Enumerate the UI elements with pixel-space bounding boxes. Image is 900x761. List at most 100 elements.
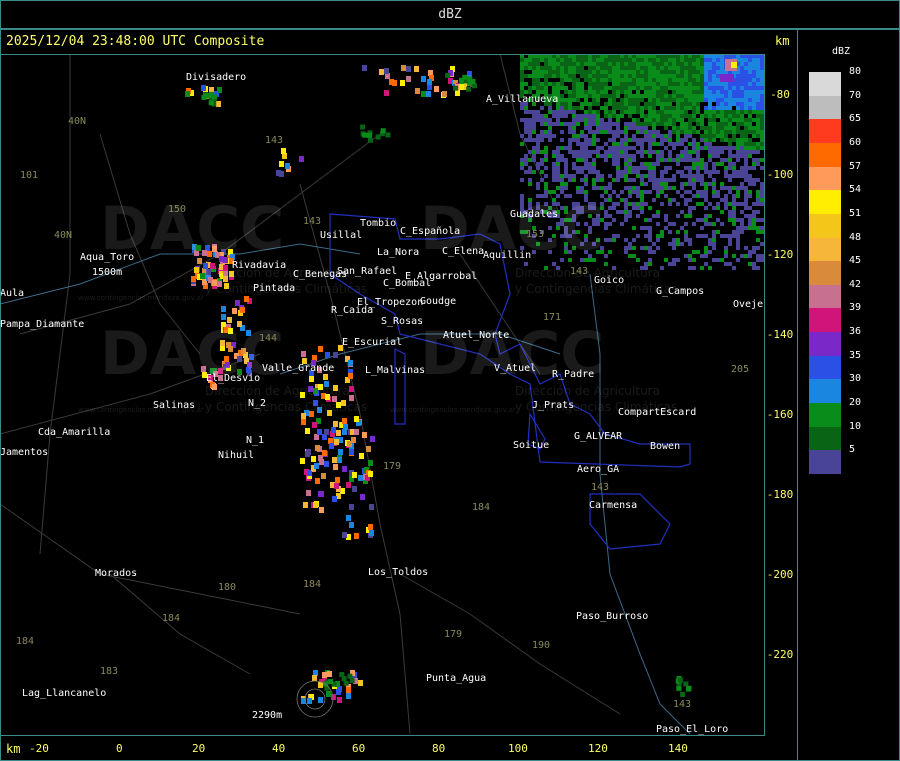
radar-echo-pixel [660,178,664,182]
radar-echo-pixel [333,421,338,427]
radar-echo-pixel [740,58,744,62]
radar-echo-pixel [700,178,704,182]
radar-echo-pixel [696,74,700,78]
radar-echo-pixel [752,90,756,94]
radar-echo-pixel [708,238,712,242]
route-number: 153 [526,229,545,240]
radar-echo-pixel [608,126,612,130]
radar-echo-pixel [744,226,748,230]
radar-echo-pixel [700,98,704,102]
radar-echo-pixel [744,74,748,78]
radar-echo-pixel [760,130,764,134]
radar-echo-pixel [337,457,342,463]
legend-swatch [809,403,841,428]
radar-echo-pixel [744,66,748,70]
radar-echo-pixel [568,138,572,142]
radar-echo-pixel [736,102,740,106]
radar-echo-pixel [459,84,464,90]
place-label: C_Española [400,226,461,237]
radar-echo-pixel [564,122,568,126]
radar-echo-pixel [688,254,692,258]
radar-echo-pixel [636,138,640,142]
radar-echo-pixel [708,66,712,70]
radar-echo-pixel [660,186,664,190]
radar-echo-pixel [544,70,548,74]
radar-echo-pixel [580,82,584,86]
radar-echo-pixel [648,86,652,90]
radar-map[interactable]: DACC DACC DACC DACC Dirección de Agricul… [0,54,765,736]
radar-echo-pixel [724,206,728,210]
legend-label: 45 [849,255,862,267]
radar-echo-pixel [560,66,564,70]
radar-echo-pixel [596,102,600,106]
radar-echo-pixel [676,102,680,106]
radar-echo-pixel [656,150,660,154]
radar-echo-pixel [576,90,580,94]
route-number: 180 [218,582,237,593]
radar-echo-pixel [712,122,716,126]
radar-echo-pixel [608,110,612,114]
radar-echo-pixel [760,114,764,118]
radar-echo-pixel [616,130,620,134]
radar-echo-pixel [644,166,648,170]
radar-echo-pixel [608,122,612,126]
legend-label: 51 [849,207,862,219]
radar-echo-pixel [351,437,356,443]
radar-echo-pixel [632,74,636,78]
radar-echo-pixel [624,78,628,82]
radar-echo-pixel [672,114,676,118]
radar-echo-pixel [680,58,684,62]
radar-echo-pixel [744,194,748,198]
radar-echo-pixel [676,258,680,262]
radar-echo-pixel [764,238,765,242]
radar-echo-pixel [668,202,672,206]
route-number: 40N [54,230,73,241]
radar-echo-pixel [636,202,640,206]
radar-echo-pixel [680,170,684,174]
radar-echo-pixel [696,250,700,254]
radar-echo-pixel [764,146,765,150]
radar-echo-pixel [568,66,572,70]
radar-echo-pixel [748,82,752,86]
radar-echo-pixel [720,162,724,166]
radar-echo-pixel [728,126,732,130]
radar-echo-pixel [616,54,620,58]
radar-echo-pixel [205,93,211,99]
radar-echo-pixel [688,114,692,118]
radar-echo-pixel [664,54,668,58]
radar-echo-pixel [760,186,764,190]
radar-echo-pixel [636,86,640,90]
radar-echo-pixel [676,130,680,134]
timestamp-label: 2025/12/04 23:48:00 UTC Composite [6,34,265,49]
radar-echo-pixel [724,98,728,102]
legend-swatch [809,284,841,309]
route-number: 179 [383,461,402,472]
radar-echo-pixel [704,86,708,90]
radar-echo-pixel [700,90,704,94]
radar-echo-pixel [333,464,338,470]
radar-echo-pixel [532,126,536,130]
radar-echo-pixel [764,218,765,222]
radar-echo-pixel [704,218,708,222]
radar-echo-pixel [608,130,612,134]
radar-echo-pixel [580,150,584,154]
radar-echo-pixel [592,134,596,138]
radar-echo-pixel [572,90,576,94]
radar-echo-pixel [592,142,596,146]
radar-echo-pixel [664,146,668,150]
radar-echo-pixel [552,54,556,58]
radar-echo-pixel [612,142,616,146]
radar-echo-pixel [604,254,608,258]
radar-echo-pixel [688,266,692,270]
radar-echo-pixel [740,74,744,78]
radar-echo-pixel [668,82,672,86]
radar-echo-pixel [716,206,720,210]
radar-echo-pixel [708,110,712,114]
radar-echo-pixel [720,126,724,130]
radar-echo-pixel [756,114,760,118]
radar-echo-pixel [684,234,688,238]
radar-echo-pixel [680,90,684,94]
radar-echo-pixel [684,102,688,106]
radar-echo-pixel [568,110,572,114]
radar-echo-pixel [656,78,660,82]
